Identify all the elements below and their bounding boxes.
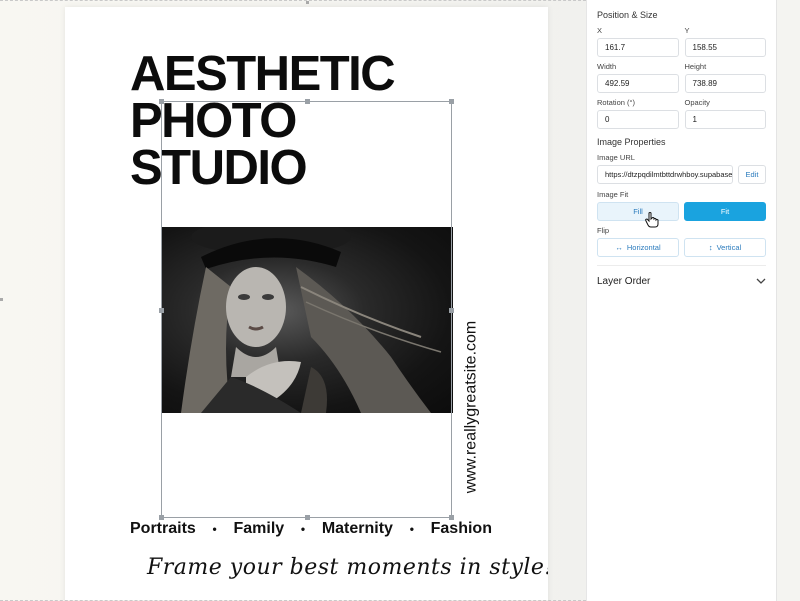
design-page[interactable]: AESTHETIC PHOTO STUDIO www.reallygreatsi… <box>65 7 548 600</box>
opacity-input[interactable]: 1 <box>684 110 766 129</box>
flip-vertical-button[interactable]: ↕ Vertical <box>684 238 766 257</box>
properties-panel: Position & Size X 161.7 Y 158.55 Width 4… <box>586 0 776 601</box>
image-fit-label: Image Fit <box>597 190 629 199</box>
canvas-edge-marker <box>0 298 3 301</box>
y-label: Y <box>684 26 690 35</box>
separator-dot: • <box>300 522 306 536</box>
image-properties-title: Image Properties <box>597 137 666 147</box>
headline-line-1: AESTHETIC <box>130 47 396 101</box>
height-input[interactable]: 738.89 <box>684 74 766 93</box>
edit-url-button[interactable]: Edit <box>738 165 766 184</box>
width-input[interactable]: 492.59 <box>597 74 679 93</box>
rotation-input[interactable]: 0 <box>597 110 679 129</box>
resize-handle-top-right[interactable] <box>449 99 454 104</box>
opacity-label: Opacity <box>684 98 710 107</box>
service-fashion: Fashion <box>430 520 492 537</box>
image-url-label: Image URL <box>597 153 635 162</box>
fit-button-label: Fit <box>720 207 730 216</box>
flip-label: Flip <box>597 226 610 235</box>
headline-line-3: STUDIO <box>130 141 308 195</box>
flip-vertical-label: Vertical <box>716 243 742 252</box>
hand-pointer-icon <box>645 212 659 228</box>
fill-button-label: Fill <box>633 207 643 216</box>
double-arrow-horizontal-icon: ↔ <box>615 243 623 252</box>
tagline[interactable]: Frame your best moments in style! <box>147 555 548 580</box>
double-arrow-vertical-icon: ↕ <box>708 243 713 252</box>
image-url-input[interactable]: https://dtzpqdilmtbttdrwhboy.supabase <box>597 165 733 184</box>
flip-horizontal-label: Horizontal <box>626 243 661 252</box>
service-portraits: Portraits <box>130 520 196 537</box>
y-input[interactable]: 158.55 <box>684 38 766 57</box>
height-label: Height <box>684 62 707 71</box>
headline-line-2: PHOTO <box>130 94 297 148</box>
fit-button[interactable]: Fit <box>684 202 766 221</box>
separator-dot: • <box>212 522 217 536</box>
canvas-workspace[interactable]: AESTHETIC PHOTO STUDIO www.reallygreatsi… <box>0 0 586 601</box>
panel-divider <box>597 265 766 266</box>
x-input[interactable]: 161.7 <box>597 38 679 57</box>
panel-scroll-strip[interactable] <box>776 0 800 601</box>
website-url-text: www.reallygreatsite.com <box>462 320 479 494</box>
rotation-label: Rotation (°) <box>597 98 636 107</box>
portrait-illustration <box>181 227 442 413</box>
headline[interactable]: AESTHETIC PHOTO STUDIO <box>130 47 396 195</box>
flip-horizontal-button[interactable]: ↔ Horizontal <box>597 238 679 257</box>
width-label: Width <box>597 62 617 71</box>
service-family: Family <box>233 520 285 537</box>
position-size-title: Position & Size <box>597 10 658 20</box>
chevron-down-icon <box>756 276 766 287</box>
portrait-photo[interactable] <box>161 227 453 413</box>
canvas-edge-marker <box>306 1 309 4</box>
service-maternity: Maternity <box>321 520 393 537</box>
fill-button[interactable]: Fill <box>597 202 679 221</box>
services-list[interactable]: Portraits • Family • Maternity • Fashion <box>130 520 492 538</box>
separator-dot: • <box>409 522 414 536</box>
layer-order-label: Layer Order <box>597 276 651 287</box>
website-url[interactable]: www.reallygreatsite.com <box>462 317 480 497</box>
x-label: X <box>597 26 603 35</box>
layer-order-toggle[interactable]: Layer Order <box>597 274 766 287</box>
